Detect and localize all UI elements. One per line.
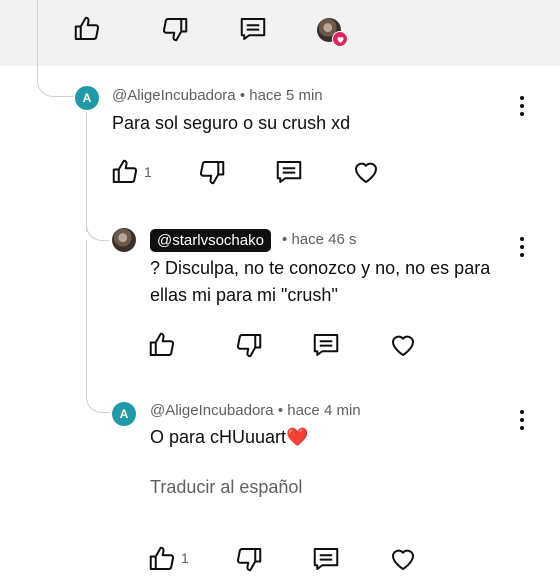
dislike-icon[interactable]	[197, 157, 227, 187]
comment-text-line-2: ellas mi para mi "crush"	[150, 285, 338, 305]
comment-time[interactable]: hace 4 min	[287, 402, 360, 419]
like-icon[interactable]	[110, 157, 140, 187]
more-options-icon[interactable]	[516, 235, 528, 259]
heart-icon[interactable]	[351, 157, 381, 187]
comment-author-badge[interactable]: @starlvsochako	[150, 229, 271, 252]
like-count: 1	[144, 164, 152, 180]
avatar-letter: A	[82, 91, 92, 105]
comment-text-line-1: ? Disculpa, no te conozco y no, no es pa…	[150, 258, 491, 278]
meta-separator: •	[239, 87, 246, 104]
thread-connector-reply-2	[86, 388, 109, 413]
comment-meta: @AligeIncubadora • hace 4 min	[150, 402, 361, 419]
comment-author[interactable]: @AligeIncubadora	[150, 402, 274, 419]
reply-icon[interactable]	[238, 14, 268, 44]
more-options-icon[interactable]	[516, 408, 528, 432]
comment-text: O para cHUuuart❤️	[150, 427, 309, 447]
comment-author[interactable]: @AligeIncubadora	[112, 87, 236, 104]
meta-separator: •	[282, 231, 288, 248]
reply-icon[interactable]	[311, 544, 341, 574]
meta-separator: •	[277, 402, 284, 419]
like-icon[interactable]	[72, 14, 102, 44]
heart-icon[interactable]	[388, 330, 418, 360]
comment-text: Para sol seguro o su crush xd	[112, 113, 351, 133]
reply-icon[interactable]	[311, 330, 341, 360]
thread-line	[37, 0, 38, 60]
translate-link[interactable]: Traducir al español	[150, 477, 302, 498]
thread-connector	[37, 60, 74, 97]
thread-line-replies-2	[86, 240, 87, 390]
creator-heart-badge	[332, 31, 348, 47]
avatar-letter: A	[119, 407, 129, 421]
comment-time[interactable]: hace 5 min	[249, 87, 322, 104]
comment-meta: @AligeIncubadora • hace 5 min	[112, 87, 323, 104]
like-icon[interactable]	[147, 330, 177, 360]
dislike-icon[interactable]	[234, 330, 264, 360]
avatar[interactable]: A	[75, 86, 99, 110]
reply-icon[interactable]	[274, 157, 304, 187]
like-count: 1	[181, 550, 189, 566]
dislike-icon[interactable]	[234, 544, 264, 574]
thread-line-replies	[86, 112, 87, 232]
thread-connector-reply-1	[86, 220, 109, 241]
dislike-icon[interactable]	[160, 14, 190, 44]
comment-meta: • hace 46 s	[282, 231, 356, 248]
like-icon[interactable]	[147, 544, 177, 574]
avatar[interactable]: A	[112, 402, 136, 426]
heart-icon[interactable]	[388, 544, 418, 574]
more-options-icon[interactable]	[516, 94, 528, 118]
avatar[interactable]	[112, 228, 136, 252]
comment-time[interactable]: hace 46 s	[291, 231, 356, 248]
